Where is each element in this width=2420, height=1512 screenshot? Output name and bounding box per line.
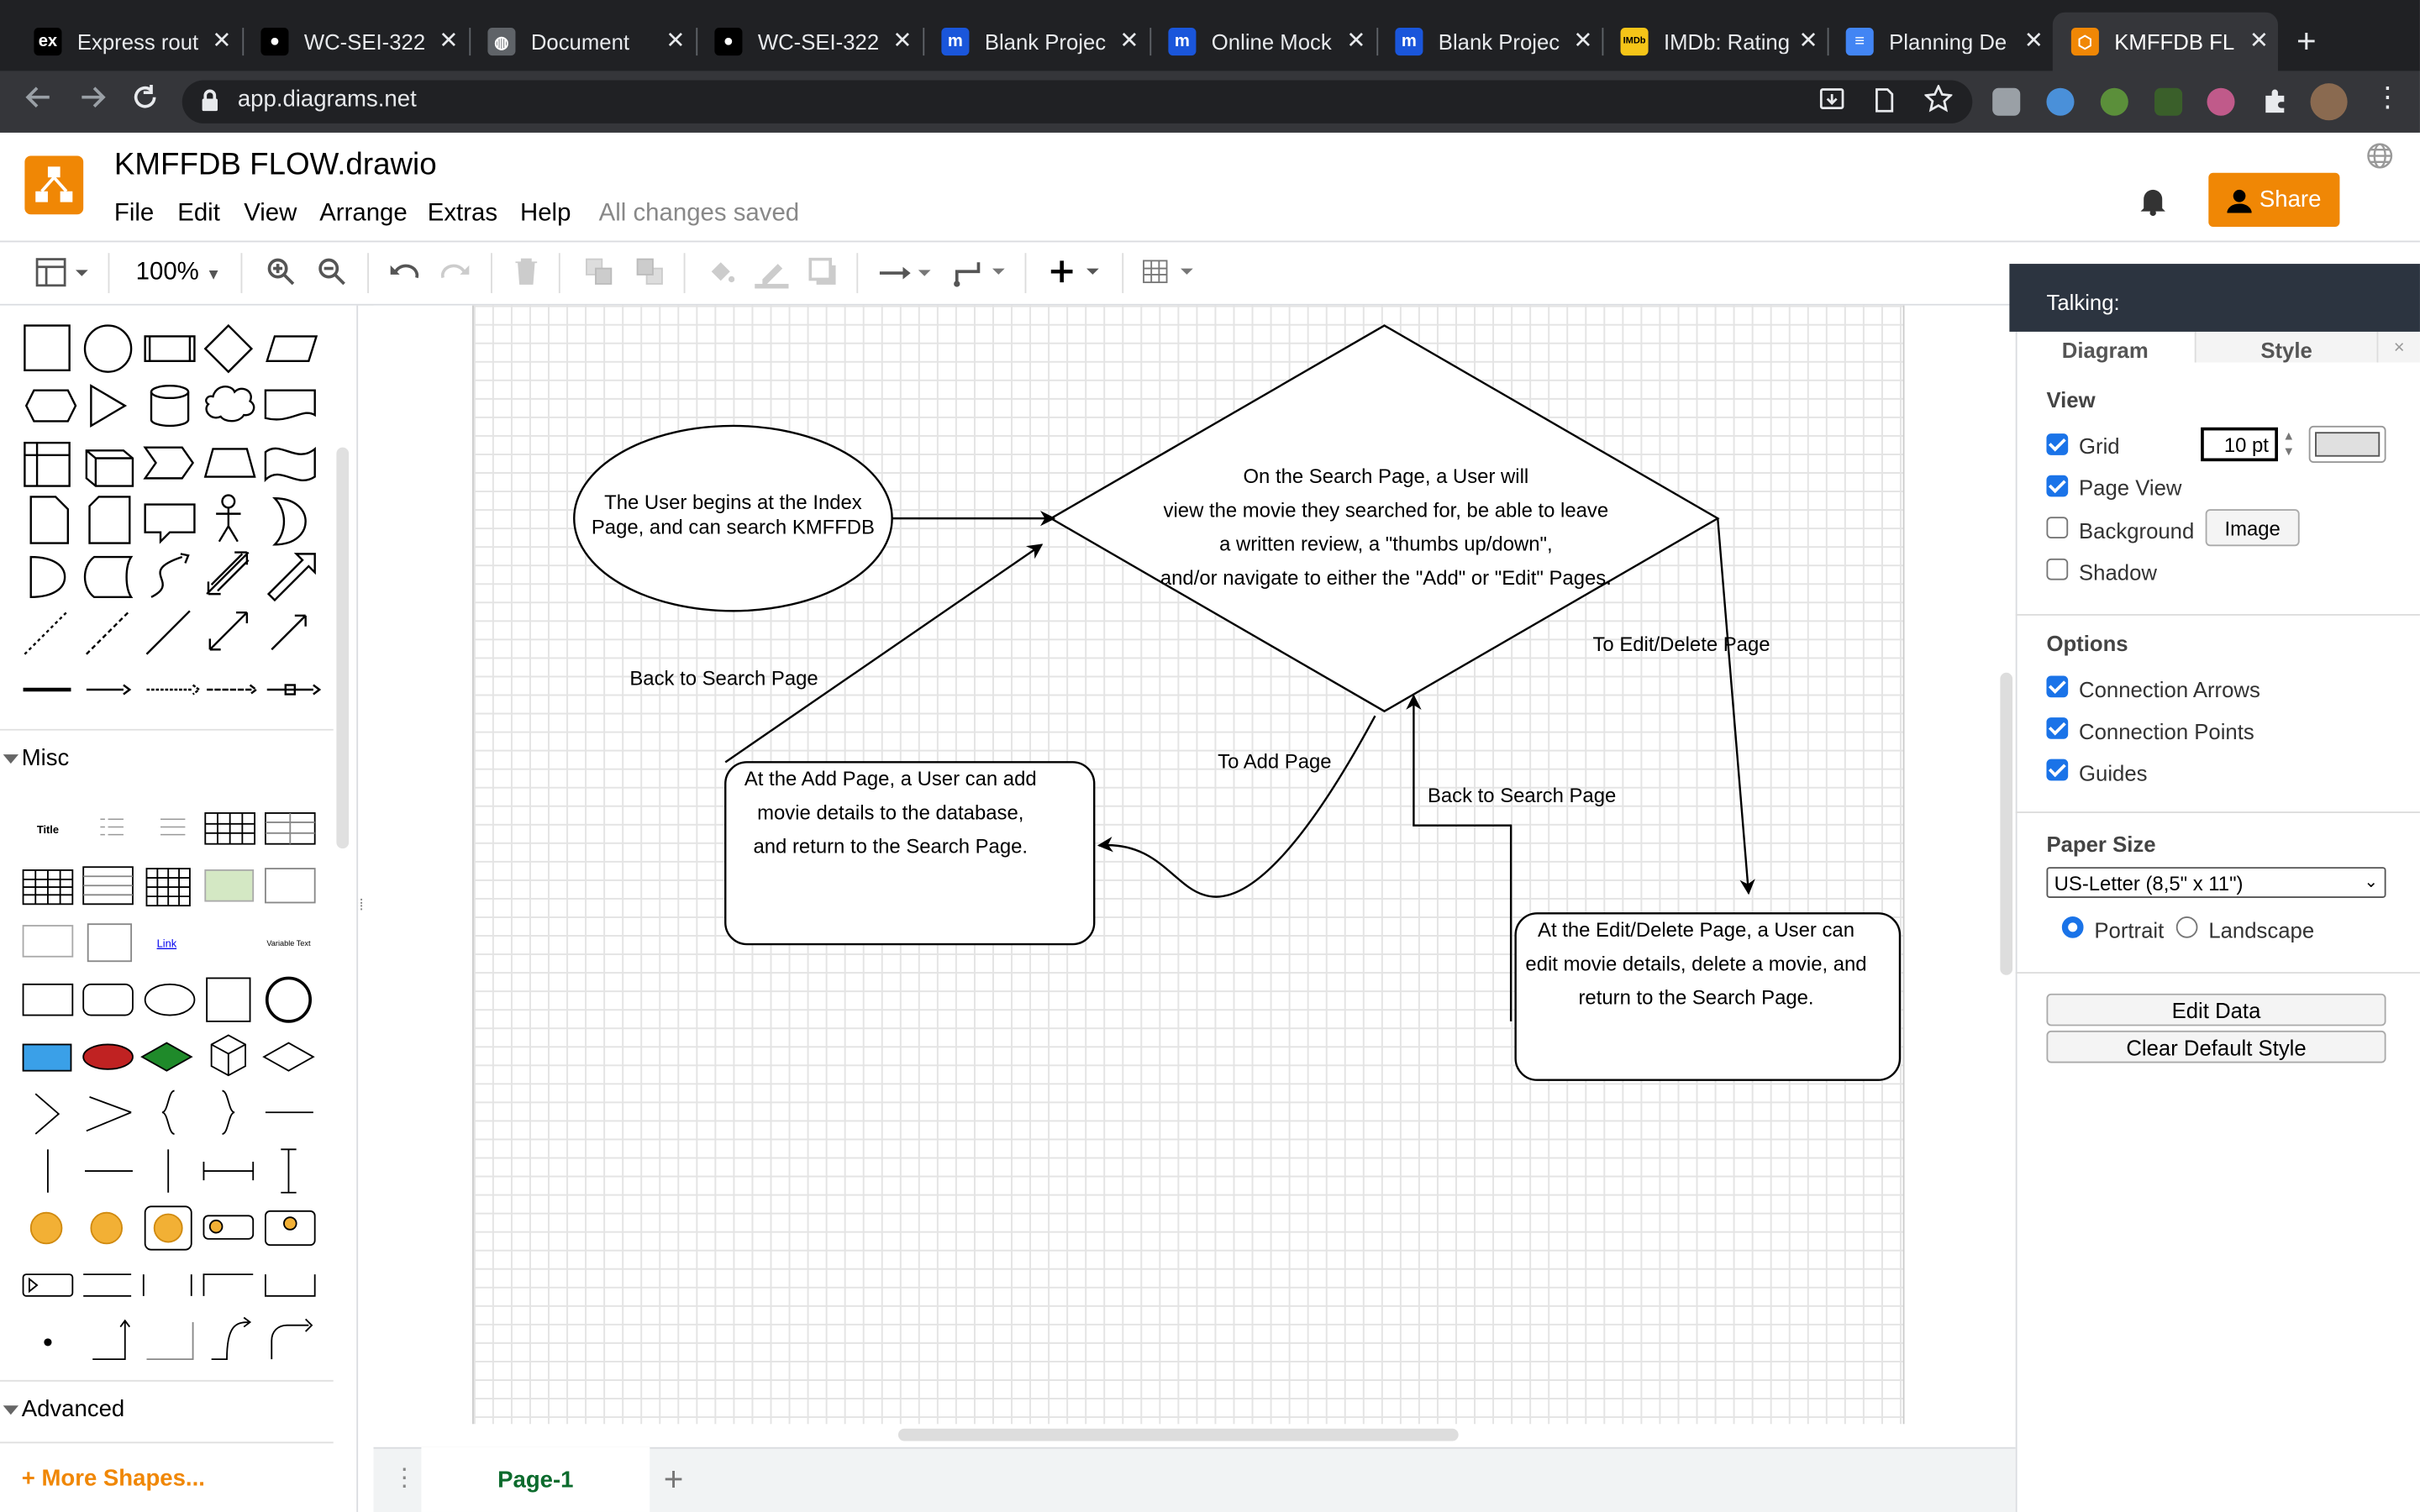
label-to-edit-page[interactable]: To Edit/Delete Page — [1592, 633, 1770, 656]
talking-indicator: Talking: — [2009, 264, 2420, 332]
tab-style[interactable]: Style — [2194, 331, 2377, 363]
grid-size-stepper[interactable]: ▲ ▼ — [2280, 429, 2298, 460]
label-back-to-search-right[interactable]: Back to Search Page — [1428, 784, 1616, 807]
connector-edit-back-to-search[interactable] — [1406, 694, 1512, 1021]
grid-checkbox[interactable] — [2046, 433, 2069, 455]
paper-size-select[interactable]: US-Letter (8,5" x 11") ⌄ — [2046, 867, 2386, 898]
portrait-label: Portrait — [2094, 917, 2165, 943]
format-panel — [2015, 305, 2420, 1512]
connection-arrows-label: Connection Arrows — [2079, 677, 2260, 702]
shadow-label: Shadow — [2079, 559, 2157, 585]
background-checkbox[interactable] — [2046, 517, 2069, 539]
connector-search-to-add[interactable] — [1097, 715, 1376, 898]
page-view-checkbox[interactable] — [2046, 475, 2069, 497]
clear-default-style-button[interactable]: Clear Default Style — [2046, 1030, 2386, 1063]
connection-points-label: Connection Points — [2079, 718, 2254, 744]
background-image-button[interactable]: Image — [2205, 509, 2300, 547]
grid-size-input[interactable]: 10 pt — [2201, 427, 2278, 462]
grid-color-button[interactable] — [2308, 425, 2386, 464]
landscape-label: Landscape — [2208, 917, 2315, 943]
connection-arrows-checkbox[interactable] — [2046, 675, 2069, 698]
paper-size-heading: Paper Size — [2046, 831, 2156, 857]
pages-menu-icon[interactable]: ⋮ — [392, 1462, 417, 1494]
guides-checkbox[interactable] — [2046, 759, 2069, 781]
canvas-horizontal-scrollbar[interactable] — [897, 1428, 1459, 1441]
start-ellipse-text: The User begins at the Index Page, and c… — [591, 491, 875, 539]
connection-points-checkbox[interactable] — [2046, 717, 2069, 739]
edit-page-text: At the Edit/Delete Page, a User can edit… — [1525, 917, 1867, 1010]
page-view-label: Page View — [2079, 475, 2182, 501]
tab-diagram[interactable]: Diagram — [2016, 332, 2195, 362]
label-to-add-page[interactable]: To Add Page — [1218, 750, 1331, 774]
canvas-vertical-scrollbar[interactable] — [2000, 672, 2013, 975]
guides-label: Guides — [2079, 760, 2148, 785]
background-label: Background — [2079, 518, 2195, 543]
portrait-radio[interactable] — [2061, 916, 2084, 938]
page-tab[interactable]: Page-1 — [421, 1446, 650, 1512]
landscape-radio[interactable] — [2175, 916, 2198, 938]
add-page-text: At the Add Page, a User can add movie de… — [744, 766, 1037, 858]
format-panel-tabs: Diagram Style × — [2016, 331, 2420, 363]
chevron-down-icon: ⌄ — [2364, 873, 2379, 892]
grid-label: Grid — [2079, 433, 2120, 459]
label-back-to-search-left[interactable]: Back to Search Page — [629, 666, 818, 690]
options-heading: Options — [2046, 631, 2128, 656]
search-diamond-text: On the Search Page, a User will view the… — [1160, 464, 1612, 590]
add-page-button[interactable]: + — [664, 1460, 684, 1500]
connector-search-to-edit[interactable] — [1717, 518, 1755, 895]
view-heading: View — [2046, 387, 2096, 412]
close-panel-icon[interactable]: × — [2376, 331, 2420, 363]
shadow-checkbox[interactable] — [2046, 558, 2069, 580]
edit-data-button[interactable]: Edit Data — [2046, 993, 2386, 1026]
